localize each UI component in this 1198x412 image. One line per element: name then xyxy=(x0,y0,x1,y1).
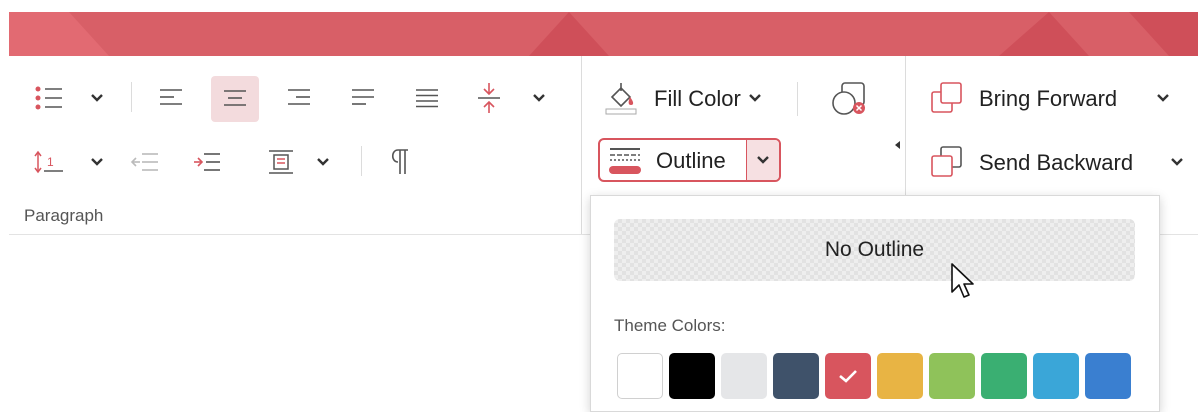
chevron-down-icon xyxy=(757,156,769,164)
chevron-down-icon xyxy=(91,94,103,102)
bullet-list-icon xyxy=(35,86,62,110)
bring-forward-icon xyxy=(931,82,962,113)
align-left-button[interactable] xyxy=(151,78,191,118)
align-right-button[interactable] xyxy=(279,78,319,118)
send-backward-icon xyxy=(931,146,962,177)
distributed-icon xyxy=(416,89,438,108)
decrease-indent-icon xyxy=(130,153,158,171)
shape-effects-icon xyxy=(832,82,865,115)
text-box-dropdown[interactable] xyxy=(315,154,331,170)
shape-effects-button[interactable] xyxy=(827,76,873,122)
chevron-down-icon xyxy=(749,94,761,102)
text-box-button[interactable] xyxy=(261,142,301,182)
fill-color-button[interactable] xyxy=(601,78,641,118)
color-swatch[interactable] xyxy=(825,353,871,399)
group-expand-icon[interactable] xyxy=(893,140,901,150)
chevron-down-icon xyxy=(1157,94,1169,102)
align-left-icon xyxy=(160,89,182,105)
align-center-icon xyxy=(224,90,246,106)
divider xyxy=(797,82,798,116)
group-divider xyxy=(581,56,582,234)
align-right-icon xyxy=(288,89,310,105)
mouse-cursor-icon xyxy=(951,263,974,298)
chevron-down-icon xyxy=(91,158,103,166)
color-swatch[interactable] xyxy=(721,353,767,399)
text-spacing-icon xyxy=(478,83,500,113)
decrease-indent-button[interactable] xyxy=(125,142,165,182)
bring-forward-label[interactable]: Bring Forward xyxy=(979,86,1117,112)
bring-forward-dropdown[interactable] xyxy=(1155,90,1171,106)
send-backward-dropdown[interactable] xyxy=(1169,154,1185,170)
chevron-down-icon xyxy=(533,94,545,102)
no-outline-button[interactable]: No Outline xyxy=(614,219,1135,281)
color-swatch[interactable] xyxy=(773,353,819,399)
line-spacing-button[interactable]: 1 xyxy=(29,142,69,182)
fill-color-label[interactable]: Fill Color xyxy=(654,86,741,112)
theme-colors-label: Theme Colors: xyxy=(614,316,726,335)
bullet-list-dropdown[interactable] xyxy=(89,90,105,106)
divider xyxy=(131,82,132,112)
color-swatch[interactable] xyxy=(929,353,975,399)
color-swatch[interactable] xyxy=(669,353,715,399)
justify-button[interactable] xyxy=(343,78,383,118)
fill-color-dropdown[interactable] xyxy=(747,90,763,106)
title-bar xyxy=(9,12,1198,56)
outline-dropdown-panel: No Outline Theme Colors: xyxy=(590,195,1160,412)
title-bar-pattern xyxy=(9,12,1198,56)
color-swatch[interactable] xyxy=(617,353,663,399)
chevron-down-icon xyxy=(317,158,329,166)
line-spacing-icon: 1 xyxy=(34,150,63,174)
outline-icon xyxy=(609,148,641,174)
justify-icon xyxy=(352,89,374,105)
align-center-button[interactable] xyxy=(211,76,259,122)
bring-forward-button[interactable] xyxy=(925,76,969,120)
theme-color-swatches xyxy=(617,353,1137,399)
pilcrow-icon xyxy=(391,149,408,174)
divider xyxy=(361,146,362,176)
color-swatch[interactable] xyxy=(981,353,1027,399)
bullet-list-button[interactable] xyxy=(29,78,69,118)
outline-label: Outline xyxy=(656,148,726,173)
outline-button[interactable]: Outline xyxy=(598,138,781,182)
send-backward-label[interactable]: Send Backward xyxy=(979,150,1133,176)
color-swatch[interactable] xyxy=(1085,353,1131,399)
text-spacing-dropdown[interactable] xyxy=(531,90,547,106)
checkmark-icon xyxy=(839,370,857,383)
increase-indent-icon xyxy=(194,153,220,171)
text-spacing-button[interactable] xyxy=(469,76,509,120)
send-backward-button[interactable] xyxy=(925,140,969,184)
outline-dropdown-arrow[interactable] xyxy=(746,140,779,180)
show-formatting-button[interactable] xyxy=(379,142,419,182)
line-spacing-dropdown[interactable] xyxy=(89,154,105,170)
color-swatch[interactable] xyxy=(1033,353,1079,399)
increase-indent-button[interactable] xyxy=(187,142,227,182)
svg-text:1: 1 xyxy=(47,155,54,169)
paragraph-group-label: Paragraph xyxy=(24,206,104,225)
paint-bucket-icon xyxy=(605,83,637,115)
distributed-button[interactable] xyxy=(407,78,447,118)
chevron-down-icon xyxy=(1171,158,1183,166)
text-box-icon xyxy=(269,150,293,174)
color-swatch[interactable] xyxy=(877,353,923,399)
